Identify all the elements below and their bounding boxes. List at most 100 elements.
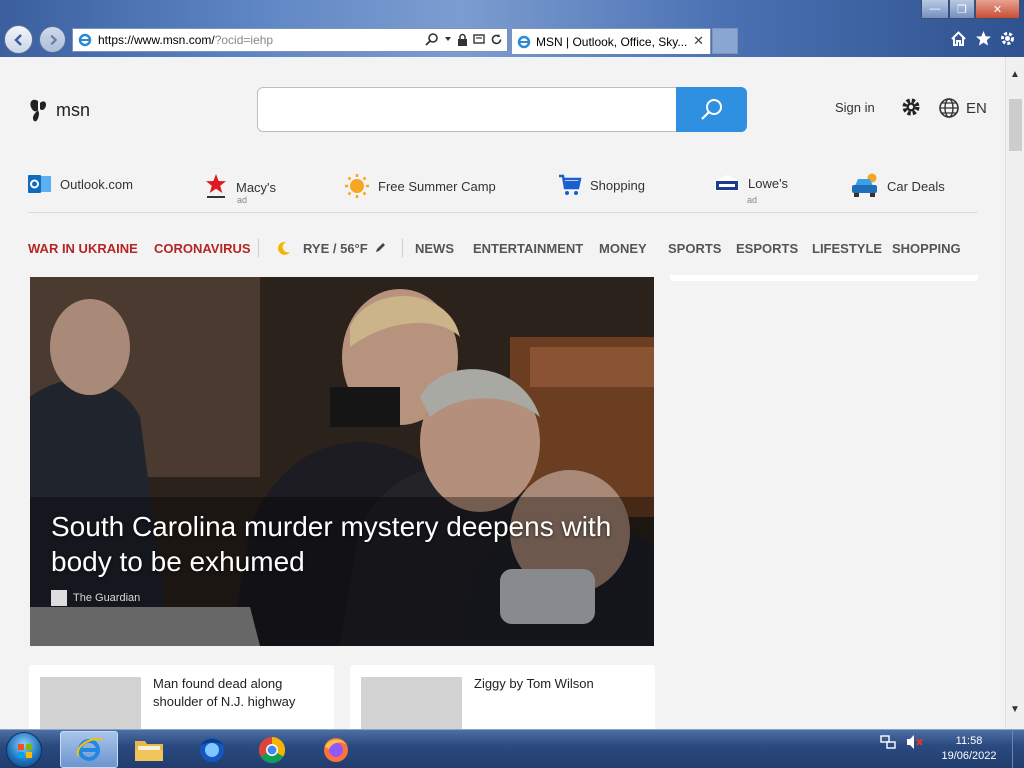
ad-label: ad [237, 195, 248, 205]
nav-divider [402, 239, 403, 257]
taskbar-firefox-developer[interactable] [183, 731, 241, 768]
hero-headline[interactable]: South Carolina murder mystery deepens wi… [51, 509, 631, 579]
search-button[interactable] [676, 87, 747, 132]
quick-link-shopping[interactable]: Shopping [558, 173, 645, 197]
nav-entertainment[interactable]: ENTERTAINMENT [473, 241, 583, 256]
card-title[interactable]: Ziggy by Tom Wilson [474, 675, 644, 693]
news-card[interactable]: Ziggy by Tom Wilson [350, 665, 655, 729]
quick-link-outlook[interactable]: Outlook.com [28, 173, 133, 195]
maximize-button[interactable]: ❐ [949, 0, 975, 19]
lowes-logo-icon [715, 175, 739, 191]
hero-source[interactable]: The Guardian [51, 590, 140, 606]
internet-explorer-icon [76, 737, 103, 761]
nav-sports[interactable]: SPORTS [668, 241, 721, 256]
forward-arrow-icon [49, 34, 57, 45]
edit-pencil-icon[interactable] [374, 241, 387, 254]
address-bar[interactable]: https://www.msn.com/?ocid=iehp [72, 28, 508, 52]
tab-title: MSN | Outlook, Office, Sky... [536, 34, 688, 49]
scroll-up-arrow-icon[interactable]: ▲ [1010, 69, 1020, 80]
forward-button[interactable] [39, 26, 66, 53]
hero-story[interactable]: South Carolina murder mystery deepens wi… [30, 277, 654, 646]
taskbar-firefox[interactable] [307, 731, 365, 768]
msn-butterfly-icon [30, 99, 47, 122]
back-button[interactable] [4, 25, 33, 54]
system-clock[interactable]: 11:58 19/06/2022 [935, 734, 1003, 764]
dropdown-arrow-icon[interactable] [444, 35, 452, 43]
lock-icon[interactable] [457, 33, 468, 46]
volume-muted-icon[interactable] [906, 734, 924, 750]
globe-icon [939, 98, 959, 118]
scrollbar-thumb[interactable] [1009, 99, 1022, 151]
source-logo [51, 590, 67, 606]
msn-logo[interactable]: msn [28, 97, 90, 123]
nav-coronavirus[interactable]: CORONAVIRUS [154, 241, 251, 256]
search-icon[interactable] [425, 32, 439, 46]
taskbar-internet-explorer[interactable] [60, 731, 118, 768]
outlook-icon [28, 175, 51, 193]
card-thumbnail [361, 677, 462, 729]
language-label: EN [966, 99, 987, 117]
home-icon[interactable] [950, 30, 967, 47]
moon-icon [278, 241, 290, 255]
minimize-button[interactable]: — [921, 0, 949, 19]
tab-msn[interactable]: MSN | Outlook, Office, Sky... ✕ [511, 28, 711, 54]
card-title[interactable]: Man found dead along shoulder of N.J. hi… [153, 675, 323, 711]
quick-links-bar: Outlook.com Macy's ad Free Summer Camp S… [28, 169, 978, 213]
back-arrow-icon [13, 33, 22, 46]
sun-icon [345, 174, 369, 198]
refresh-icon[interactable] [490, 33, 503, 46]
language-selector[interactable]: EN [938, 97, 987, 119]
tab-close-button[interactable]: ✕ [693, 33, 704, 49]
taskbar: 11:58 19/06/2022 [0, 729, 1024, 768]
nav-lifestyle[interactable]: LIFESTYLE [812, 241, 882, 256]
nav-esports[interactable]: ESPORTS [736, 241, 798, 256]
news-card[interactable]: Man found dead along shoulder of N.J. hi… [29, 665, 334, 729]
clock-date: 19/06/2022 [941, 750, 997, 762]
right-column-card [670, 275, 978, 281]
category-nav: WAR IN UKRAINE CORONAVIRUS RYE / 56°F NE… [28, 239, 978, 261]
source-name: The Guardian [73, 592, 141, 604]
firefox-icon [324, 737, 348, 762]
msn-page: msn Sign in EN Outlook.com Macy's ad Fre… [0, 57, 1005, 729]
ie-page-icon [78, 33, 92, 47]
search-icon [700, 98, 722, 120]
sign-in-link[interactable]: Sign in [835, 100, 875, 115]
cart-icon [559, 174, 582, 195]
taskbar-file-explorer[interactable] [120, 731, 178, 768]
compatibility-view-icon[interactable] [473, 33, 485, 45]
taskbar-chrome[interactable] [243, 731, 301, 768]
new-tab-button[interactable] [712, 28, 738, 54]
macys-star-icon [206, 174, 226, 198]
folder-icon [135, 740, 163, 761]
network-icon[interactable] [880, 734, 896, 750]
ad-label: ad [747, 195, 758, 205]
start-button[interactable] [6, 732, 42, 768]
tools-gear-icon[interactable] [999, 30, 1016, 47]
settings-gear-icon[interactable] [900, 96, 922, 118]
favorites-star-icon[interactable] [975, 30, 992, 47]
ie-tab-icon [517, 35, 531, 48]
quick-link-lowes[interactable]: Lowe's ad [714, 173, 788, 205]
clock-time: 11:58 [955, 735, 983, 747]
card-thumbnail [40, 677, 141, 729]
quick-link-macys[interactable]: Macy's ad [204, 173, 276, 205]
nav-shopping[interactable]: SHOPPING [892, 241, 961, 256]
quick-link-summer-camp[interactable]: Free Summer Camp [344, 173, 496, 199]
system-tray [880, 734, 924, 750]
nav-divider [258, 239, 259, 257]
nav-news[interactable]: NEWS [415, 241, 454, 256]
scroll-down-arrow-icon[interactable]: ▼ [1010, 704, 1020, 715]
chrome-icon [258, 736, 286, 763]
browser-chrome: https://www.msn.com/?ocid=iehp MSN | Out… [0, 0, 1024, 57]
close-window-button[interactable]: ✕ [975, 0, 1020, 19]
nav-money[interactable]: MONEY [599, 241, 647, 256]
search-input[interactable] [257, 87, 677, 132]
car-icon [852, 173, 877, 197]
address-url[interactable]: https://www.msn.com/?ocid=iehp [98, 33, 273, 47]
nav-weather[interactable]: RYE / 56°F [303, 241, 368, 256]
quick-link-car-deals[interactable]: Car Deals [851, 173, 945, 199]
show-desktop-button[interactable] [1012, 730, 1024, 768]
vertical-scrollbar[interactable]: ▲ ▼ [1005, 57, 1024, 729]
nav-war-in-ukraine[interactable]: WAR IN UKRAINE [28, 241, 138, 256]
msn-logo-text: msn [56, 99, 91, 120]
